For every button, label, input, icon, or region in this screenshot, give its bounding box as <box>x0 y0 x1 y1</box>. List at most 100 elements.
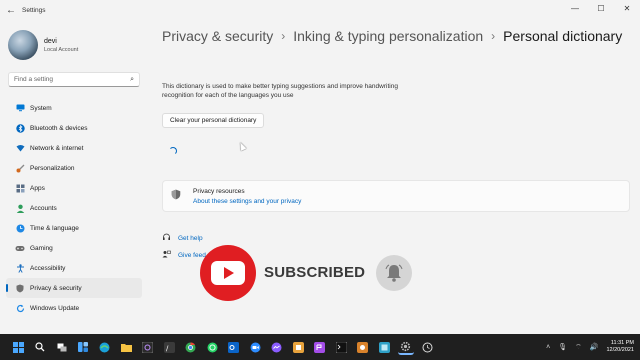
title-bar: ← Settings — ☐ ✕ <box>0 0 640 20</box>
sidebar-item-label: Bluetooth & devices <box>30 124 88 132</box>
breadcrumb-separator: › <box>281 29 286 43</box>
wifi-icon <box>14 143 26 153</box>
edge-icon[interactable] <box>97 339 113 355</box>
app-icon[interactable]: / <box>161 339 177 355</box>
breadcrumb-separator: › <box>491 29 496 43</box>
app-icon[interactable] <box>419 339 435 355</box>
youtube-logo-icon <box>200 245 256 301</box>
minimize-button[interactable]: — <box>562 0 588 16</box>
mouse-cursor-icon <box>237 141 247 151</box>
give-feedback-row[interactable]: Give feed <box>162 247 206 264</box>
person-icon <box>14 203 26 213</box>
apps-icon <box>14 183 26 193</box>
sidebar-item-system[interactable]: System <box>6 98 142 118</box>
sidebar-item-label: System <box>30 104 52 112</box>
app-icon[interactable] <box>140 339 156 355</box>
window-title: Settings <box>22 6 46 14</box>
app-icon[interactable] <box>355 339 371 355</box>
back-arrow-icon[interactable]: ← <box>0 5 22 16</box>
privacy-resources-title: Privacy resources <box>193 187 245 195</box>
wifi-icon[interactable]: ⌔ <box>575 343 582 352</box>
sidebar-item-label: Windows Update <box>30 304 80 312</box>
sidebar-item-label: Accounts <box>30 204 57 212</box>
search-box[interactable]: ⌕ <box>8 72 140 87</box>
get-help-link[interactable]: Get help <box>178 235 203 242</box>
feedback-icon <box>162 250 172 261</box>
sidebar-item-label: Personalization <box>30 164 75 172</box>
search-icon[interactable]: ⌕ <box>130 76 134 84</box>
widgets-icon[interactable] <box>75 339 91 355</box>
sidebar-item-personalization[interactable]: Personalization <box>6 158 142 178</box>
shield-icon <box>171 189 185 203</box>
sidebar-item-label: Apps <box>30 184 45 192</box>
sidebar-item-label: Time & language <box>30 224 79 232</box>
account-type: Local Account <box>44 46 79 53</box>
window-controls: — ☐ ✕ <box>562 0 640 16</box>
search-icon[interactable] <box>32 339 48 355</box>
sidebar-item-bluetooth[interactable]: Bluetooth & devices <box>6 118 142 138</box>
whatsapp-icon[interactable] <box>204 339 220 355</box>
sidebar-item-apps[interactable]: Apps <box>6 178 142 198</box>
sidebar-item-time-language[interactable]: Time & language <box>6 218 142 238</box>
chrome-icon[interactable] <box>183 339 199 355</box>
close-button[interactable]: ✕ <box>614 0 640 16</box>
breadcrumb-privacy-security[interactable]: Privacy & security <box>162 28 273 44</box>
sidebar-item-accounts[interactable]: Accounts <box>6 198 142 218</box>
privacy-info-link[interactable]: About these settings and your privacy <box>193 198 301 205</box>
page-title: Personal dictionary <box>503 28 623 44</box>
clock-time: 11:31 PM <box>610 340 634 346</box>
sidebar-nav: System Bluetooth & devices Network & int… <box>6 98 142 318</box>
accessibility-icon <box>14 263 26 273</box>
sidebar-item-accessibility[interactable]: Accessibility <box>6 258 142 278</box>
taskbar: / ˄ 🎙 ⌔ 🔊 11:31 PM 12/20/2021 <box>0 334 640 360</box>
privacy-resources-card: Privacy resources About these settings a… <box>162 180 630 212</box>
sidebar-item-gaming[interactable]: Gaming <box>6 238 142 258</box>
bell-icon <box>376 255 412 291</box>
brush-icon <box>14 163 26 173</box>
file-explorer-icon[interactable] <box>118 339 134 355</box>
sidebar-item-label: Gaming <box>30 244 53 252</box>
dictionary-description: This dictionary is used to make better t… <box>162 83 398 99</box>
breadcrumb: Privacy & security › Inking & typing per… <box>162 28 622 44</box>
clear-dictionary-button[interactable]: Clear your personal dictionary <box>162 113 265 128</box>
sidebar-item-label: Privacy & security <box>30 284 82 292</box>
help-headset-icon <box>162 233 172 244</box>
user-profile[interactable]: devi Local Account <box>8 30 78 60</box>
system-tray: ˄ 🎙 ⌔ 🔊 11:31 PM 12/20/2021 <box>542 334 634 360</box>
terminal-icon[interactable] <box>333 339 349 355</box>
get-help-row[interactable]: Get help <box>162 230 206 247</box>
taskbar-icons: / <box>8 339 438 355</box>
globe-clock-icon <box>14 223 26 233</box>
windows-start-icon[interactable] <box>11 339 27 355</box>
sidebar: devi Local Account ⌕ System Bluetooth & … <box>0 20 150 334</box>
give-feedback-link[interactable]: Give feed <box>178 252 206 259</box>
subscribed-text: SUBSCRIBED <box>264 264 366 281</box>
avatar <box>8 30 38 60</box>
clock[interactable]: 11:31 PM 12/20/2021 <box>606 340 634 354</box>
volume-icon[interactable]: 🔊 <box>590 343 599 351</box>
outlook-icon[interactable] <box>226 339 242 355</box>
update-icon <box>14 303 26 313</box>
monitor-icon <box>14 103 26 113</box>
maximize-button[interactable]: ☐ <box>588 0 614 16</box>
sidebar-item-windows-update[interactable]: Windows Update <box>6 298 142 318</box>
settings-icon[interactable] <box>397 339 414 355</box>
zoom-icon[interactable] <box>247 339 263 355</box>
sidebar-item-label: Accessibility <box>30 264 66 272</box>
microphone-icon[interactable]: 🎙 <box>558 343 567 351</box>
search-input[interactable] <box>14 76 131 83</box>
task-view-icon[interactable] <box>54 339 70 355</box>
app-icon[interactable] <box>376 339 392 355</box>
breadcrumb-inking-typing[interactable]: Inking & typing personalization <box>293 28 483 44</box>
sidebar-item-network[interactable]: Network & internet <box>6 138 142 158</box>
sidebar-item-privacy-security[interactable]: Privacy & security <box>6 278 142 298</box>
messenger-icon[interactable] <box>269 339 285 355</box>
bluetooth-icon <box>14 123 26 133</box>
app-icon[interactable] <box>312 339 328 355</box>
gamepad-icon <box>14 243 26 253</box>
chevron-up-icon[interactable]: ˄ <box>546 344 550 351</box>
user-name: devi <box>44 37 57 45</box>
shield-icon <box>14 283 26 293</box>
app-icon[interactable] <box>290 339 306 355</box>
loading-spinner-icon <box>169 147 177 155</box>
